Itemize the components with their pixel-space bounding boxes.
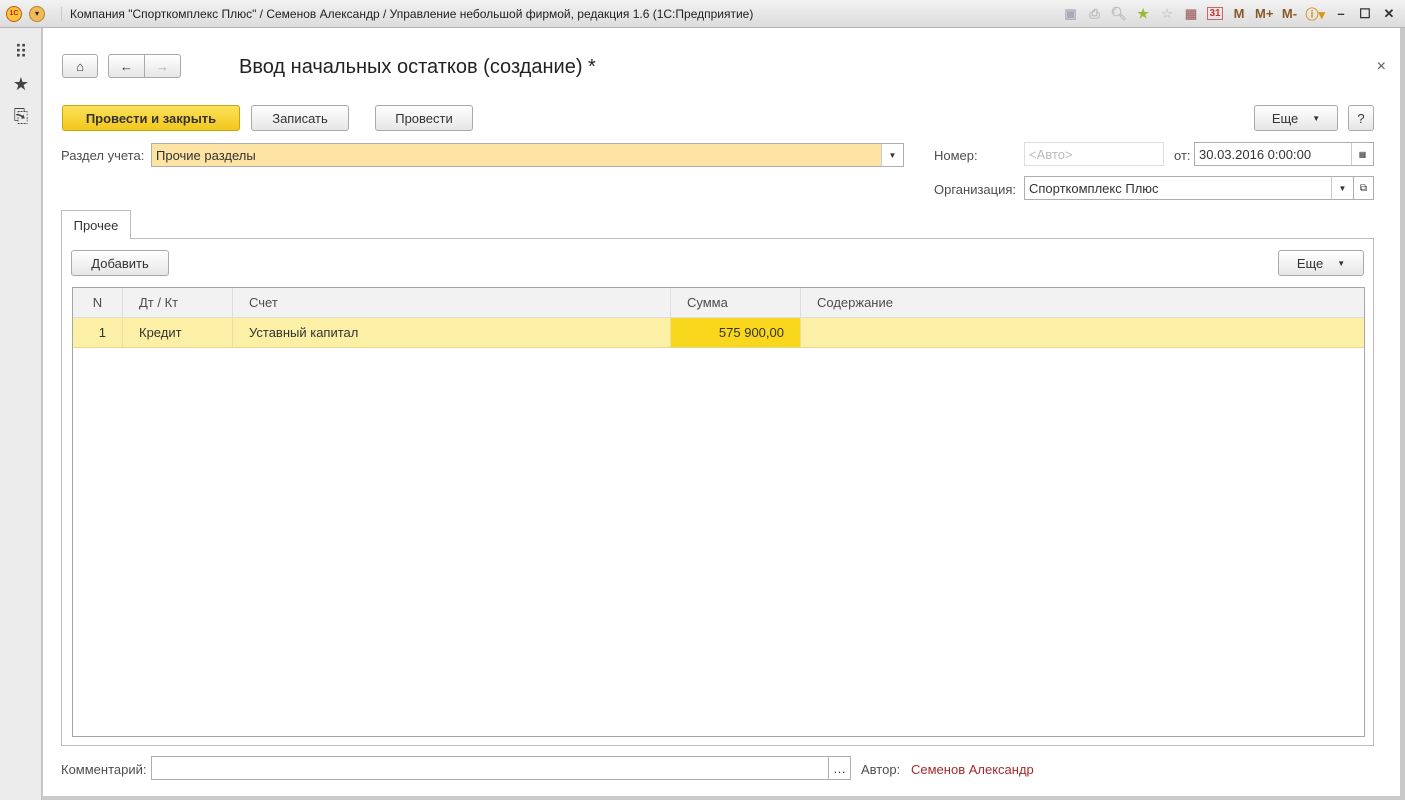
save-button[interactable]: Записать [251, 105, 349, 131]
organization-label: Организация: [934, 182, 1017, 197]
document-form: ⌂ ← → Ввод начальных остатков (создание)… [43, 28, 1400, 796]
minimize-button[interactable]: – [1333, 6, 1349, 21]
entries-table: N Дт / Кт Счет Сумма Содержание 1 Кредит… [72, 287, 1365, 737]
column-header-sum[interactable]: Сумма [671, 288, 801, 317]
preview-icon[interactable]: 🔍︎ [1111, 6, 1128, 22]
tab-panel: Добавить Еще ▼ N Дт / Кт Счет Сумма Содер… [61, 238, 1374, 746]
back-button[interactable]: ← [108, 54, 145, 78]
comment-input[interactable] [151, 756, 851, 780]
save-icon[interactable]: ▣ [1063, 6, 1079, 22]
print-icon[interactable]: ⎙ [1087, 6, 1103, 22]
help-button[interactable]: ? [1348, 105, 1374, 131]
dropdown-arrow-icon: ▼ [1337, 258, 1346, 268]
column-header-account[interactable]: Счет [233, 288, 671, 317]
organization-value: Спорткомплекс Плюс [1029, 180, 1159, 196]
home-icon: ⌂ [76, 58, 84, 74]
dropdown-arrow-icon[interactable]: ▼ [881, 144, 903, 166]
forward-button[interactable]: → [144, 54, 181, 78]
more-button[interactable]: Еще ▼ [1254, 105, 1338, 131]
calendar-icon[interactable]: ▦ [1351, 143, 1373, 165]
table-header: N Дт / Кт Счет Сумма Содержание [73, 288, 1364, 318]
page-title: Ввод начальных остатков (создание) * [239, 56, 596, 78]
dropdown-arrow-icon[interactable]: ▼ [1331, 177, 1353, 199]
memory-mminus-button[interactable]: M- [1281, 6, 1297, 21]
cell-dtkt[interactable]: Кредит [123, 318, 233, 347]
arrow-right-icon: → [156, 58, 169, 74]
section-label: Раздел учета: [61, 148, 145, 163]
close-window-button[interactable]: ✕ [1381, 6, 1397, 22]
add-button[interactable]: Добавить [71, 250, 169, 276]
history-icon[interactable]: ⎘ [0, 100, 42, 132]
section-select[interactable]: Прочие разделы ▼ [151, 143, 904, 167]
table-more-button[interactable]: Еще ▼ [1278, 250, 1364, 276]
open-organization-button[interactable]: ⧉ [1353, 176, 1374, 200]
number-input[interactable]: <Авто> [1024, 142, 1164, 166]
date-label: от: [1174, 148, 1191, 163]
more-label: Еще [1271, 110, 1299, 126]
home-button[interactable]: ⌂ [62, 54, 98, 78]
maximize-button[interactable]: ☐ [1357, 6, 1373, 22]
apps-grid-icon[interactable]: ⠿ [0, 36, 42, 68]
calculator-icon[interactable]: ▦ [1183, 6, 1199, 22]
cell-account[interactable]: Уставный капитал [233, 318, 671, 347]
memory-mplus-button[interactable]: M+ [1255, 6, 1273, 21]
favorites-icon[interactable]: ☆ [1159, 6, 1175, 22]
post-and-close-button[interactable]: Провести и закрыть [62, 105, 240, 131]
cell-n[interactable]: 1 [73, 318, 123, 347]
1c-logo-icon[interactable]: 1С [6, 5, 22, 22]
column-header-dtkt[interactable]: Дт / Кт [123, 288, 233, 317]
comment-select-button[interactable]: … [828, 756, 851, 780]
number-label: Номер: [934, 148, 978, 163]
date-input[interactable]: 30.03.2016 0:00:00 ▦ [1194, 142, 1374, 166]
arrow-left-icon: ← [120, 58, 133, 74]
section-value: Прочие разделы [156, 147, 256, 163]
organization-select[interactable]: Спорткомплекс Плюс ▼ [1024, 176, 1354, 200]
tab-other[interactable]: Прочее [61, 210, 131, 239]
post-button[interactable]: Провести [375, 105, 473, 131]
calendar-icon[interactable]: 31 [1207, 7, 1224, 20]
window-titlebar: 1С ▾ Компания "Спорткомплекс Плюс" / Сем… [0, 0, 1405, 28]
info-icon[interactable]: ⓘ▾ [1305, 4, 1325, 23]
author-label: Автор: [861, 762, 901, 777]
cell-content[interactable] [801, 318, 1364, 347]
close-form-button[interactable]: × [1377, 58, 1386, 76]
favorites-star-icon[interactable]: ★ [0, 68, 42, 100]
sidebar: ⠿ ★ ⎘ [0, 28, 42, 800]
open-icon: ⧉ [1359, 182, 1368, 194]
column-header-content[interactable]: Содержание [801, 288, 1364, 317]
more-label: Еще [1296, 255, 1324, 271]
author-link[interactable]: Семенов Александр [911, 762, 1034, 777]
cell-sum[interactable]: 575 900,00 [671, 318, 801, 347]
date-value: 30.03.2016 0:00:00 [1199, 146, 1312, 162]
memory-m-button[interactable]: M [1231, 6, 1247, 21]
table-row[interactable]: 1 Кредит Уставный капитал 575 900,00 [73, 318, 1364, 348]
add-favorite-icon[interactable]: ★ [1135, 6, 1151, 22]
dropdown-arrow-icon: ▼ [1312, 113, 1321, 123]
main-menu-button[interactable]: ▾ [29, 5, 45, 22]
window-title: Компания "Спорткомплекс Плюс" / Семенов … [61, 6, 753, 21]
comment-label: Комментарий: [61, 762, 147, 777]
column-header-n[interactable]: N [73, 288, 123, 317]
